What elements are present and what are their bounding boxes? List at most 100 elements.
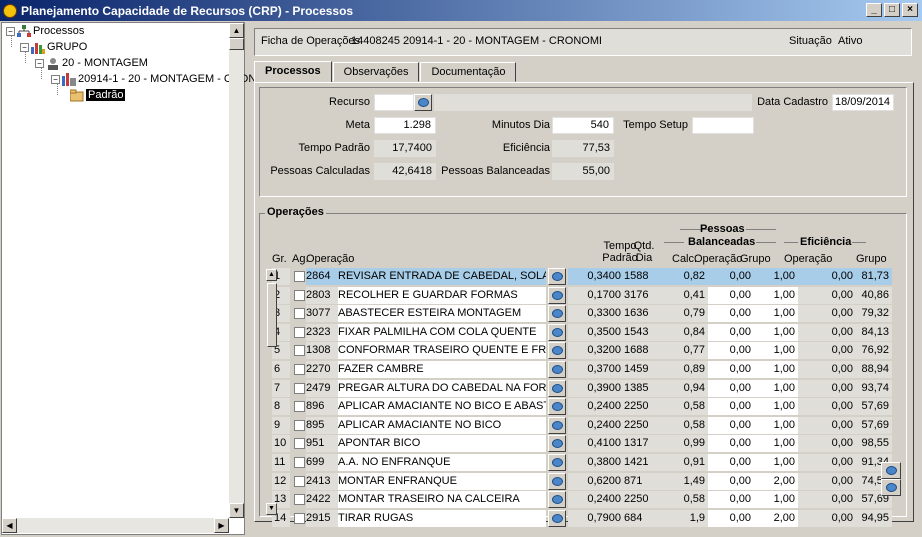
tab-processos[interactable]: Processos — [254, 61, 332, 83]
table-row[interactable]: 12 2413 MONTAR ENFRANQUE 0,6200 871 1,49 0,00 2… — [272, 472, 892, 490]
scroll-down-icon[interactable]: ▼ — [229, 503, 244, 518]
grid-scroll-thumb[interactable] — [267, 283, 277, 347]
table-row[interactable]: 14 2915 TIRAR RUGAS 0,7900 684 1,9 0,00 2,00 0,0… — [272, 509, 892, 527]
grid-vertical-scrollbar[interactable]: ▲ ▼ — [266, 269, 278, 519]
table-row[interactable]: 2 2803 RECOLHER E GUARDAR FORMAS 0,1700 3176… — [272, 286, 892, 304]
table-row[interactable]: 5 1308 CONFORMAR TRASEIRO QUENTE E FRIO 0,3… — [272, 341, 892, 360]
cell-desc[interactable]: FIXAR PALMILHA COM COLA QUENTE — [338, 323, 546, 341]
cell-op[interactable]: 0,00 — [708, 435, 754, 453]
cell-op[interactable]: 0,00 — [708, 472, 754, 490]
cell-desc[interactable]: APLICAR AMACIANTE NO BICO — [338, 416, 546, 434]
grid-scroll-up-icon[interactable]: ▲ — [266, 269, 277, 281]
agrupar-checkbox[interactable] — [294, 438, 305, 450]
minimize-button[interactable]: _ — [866, 3, 882, 17]
cell-grupo[interactable]: 1,00 — [754, 305, 798, 323]
cell-desc[interactable]: PREGAR ALTURA DO CABEDAL NA FORMA — [338, 379, 546, 397]
agrupar-checkbox[interactable] — [294, 494, 305, 506]
cell-op[interactable]: 0,00 — [708, 286, 754, 304]
tab-observacoes[interactable]: Observações — [332, 62, 420, 82]
operation-lookup-button[interactable] — [548, 491, 566, 509]
tab-documentacao[interactable]: Documentação — [420, 62, 517, 82]
cell-grupo[interactable]: 1,00 — [754, 323, 798, 341]
cell-desc[interactable]: MONTAR ENFRANQUE — [338, 472, 546, 490]
operation-lookup-button[interactable] — [548, 509, 566, 527]
move-down-button[interactable] — [881, 479, 901, 496]
cell-op[interactable]: 0,00 — [708, 305, 754, 323]
operation-lookup-button[interactable] — [548, 268, 566, 285]
tree-node-processos[interactable]: − Processos — [6, 23, 84, 39]
operation-lookup-button[interactable] — [548, 323, 566, 341]
cell-op[interactable]: 0,00 — [708, 323, 754, 341]
table-row[interactable]: 12864REVISAR ENTRADA DE CABEDAL, SOLA E … — [272, 267, 892, 285]
cell-grupo[interactable]: 2,00 — [754, 509, 798, 527]
grid-scroll-down-icon[interactable]: ▼ — [266, 503, 277, 515]
agrupar-checkbox[interactable] — [294, 512, 305, 524]
operation-lookup-button[interactable] — [548, 361, 566, 378]
cell-op[interactable]: 0,00 — [708, 398, 754, 416]
cell-desc[interactable]: APONTAR BICO — [338, 435, 546, 453]
cell-desc[interactable]: RECOLHER E GUARDAR FORMAS — [338, 286, 546, 304]
scroll-up-icon[interactable]: ▲ — [229, 23, 244, 38]
cell-op[interactable]: 0,00 — [708, 342, 754, 360]
minutos-dia-input[interactable]: 540 — [552, 117, 614, 134]
tempo-setup-input[interactable] — [692, 117, 754, 134]
collapse-icon[interactable]: − — [51, 74, 60, 84]
cell-desc[interactable]: MONTAR TRASEIRO NA CALCEIRA — [338, 491, 546, 509]
operation-lookup-button[interactable] — [548, 435, 566, 453]
agrupar-checkbox[interactable] — [294, 457, 305, 468]
tree-node-padrao[interactable]: Padrão — [70, 87, 126, 103]
cell-op[interactable]: 0,00 — [708, 268, 754, 285]
tree-vertical-scrollbar[interactable]: ▲ ▼ — [229, 23, 244, 518]
cell-grupo[interactable]: 1,00 — [754, 342, 798, 360]
tree-horizontal-scrollbar[interactable]: ◀ ▶ — [2, 518, 229, 533]
agrupar-checkbox[interactable] — [294, 419, 305, 431]
operation-lookup-button[interactable] — [548, 379, 566, 397]
cell-grupo[interactable]: 1,00 — [754, 398, 798, 416]
agrupar-checkbox[interactable] — [294, 401, 305, 413]
tree-node-ficha[interactable]: − 20914-1 - 20 - MONTAGEM - CRON — [51, 71, 256, 87]
agrupar-checkbox[interactable] — [294, 364, 305, 375]
cell-op[interactable]: 0,00 — [708, 361, 754, 378]
cell-desc[interactable]: A.A. NO ENFRANQUE — [338, 454, 546, 471]
scroll-right-icon[interactable]: ▶ — [214, 518, 229, 533]
agrupar-checkbox[interactable] — [294, 326, 305, 338]
recurso-lookup-button[interactable] — [414, 94, 432, 111]
cell-grupo[interactable]: 2,00 — [754, 472, 798, 490]
cell-op[interactable]: 0,00 — [708, 379, 754, 397]
table-row[interactable]: 13 2422 MONTAR TRASEIRO NA CALCEIRA 0,2400 2… — [272, 490, 892, 509]
scroll-thumb[interactable] — [229, 38, 244, 50]
cell-desc[interactable]: REVISAR ENTRADA DE CABEDAL, SOLA E PALM — [338, 268, 546, 285]
cell-grupo[interactable]: 1,00 — [754, 361, 798, 378]
agrupar-checkbox[interactable] — [294, 271, 305, 282]
agrupar-checkbox[interactable] — [294, 308, 305, 320]
collapse-icon[interactable]: − — [6, 26, 15, 36]
cell-op[interactable]: 0,00 — [708, 454, 754, 471]
cell-desc[interactable]: CONFORMAR TRASEIRO QUENTE E FRIO — [338, 342, 546, 360]
agrupar-checkbox[interactable] — [294, 382, 305, 394]
cell-op[interactable]: 0,00 — [708, 509, 754, 527]
cell-op[interactable]: 0,00 — [708, 416, 754, 434]
cell-grupo[interactable]: 1,00 — [754, 435, 798, 453]
cell-grupo[interactable]: 1,00 — [754, 416, 798, 434]
table-row[interactable]: 3 3077 ABASTECER ESTEIRA MONTAGEM 0,3300 163… — [272, 304, 892, 323]
tree-node-grupo[interactable]: − GRUPO — [20, 39, 87, 55]
agrupar-checkbox[interactable] — [294, 345, 305, 357]
meta-input[interactable]: 1.298 — [374, 117, 436, 134]
operation-lookup-button[interactable] — [548, 398, 566, 416]
cell-desc[interactable]: APLICAR AMACIANTE NO BICO E ABASTECER — [338, 398, 546, 416]
cell-desc[interactable]: ABASTECER ESTEIRA MONTAGEM — [338, 305, 546, 323]
operation-lookup-button[interactable] — [548, 342, 566, 360]
cell-grupo[interactable]: 1,00 — [754, 491, 798, 509]
operation-lookup-button[interactable] — [548, 454, 566, 471]
table-row[interactable]: 11 699 A.A. NO ENFRANQUE 0,3800 1421 0,91 0,00… — [272, 453, 892, 471]
operation-lookup-button[interactable] — [548, 472, 566, 490]
agrupar-checkbox[interactable] — [294, 475, 305, 487]
collapse-icon[interactable]: − — [20, 42, 29, 52]
move-up-button[interactable] — [881, 462, 901, 479]
cell-grupo[interactable]: 1,00 — [754, 454, 798, 471]
data-cadastro-input[interactable]: 18/09/2014 — [832, 94, 894, 111]
table-row[interactable]: 6 2270 FAZER CAMBRE 0,3700 1459 0,89 0,00 1,00 0… — [272, 360, 892, 378]
cell-op[interactable]: 0,00 — [708, 491, 754, 509]
table-row[interactable]: 10 951 APONTAR BICO 0,4100 1317 0,99 0,00 1,00 0… — [272, 434, 892, 453]
table-row[interactable]: 9 895 APLICAR AMACIANTE NO BICO 0,2400 2250 0… — [272, 416, 892, 434]
